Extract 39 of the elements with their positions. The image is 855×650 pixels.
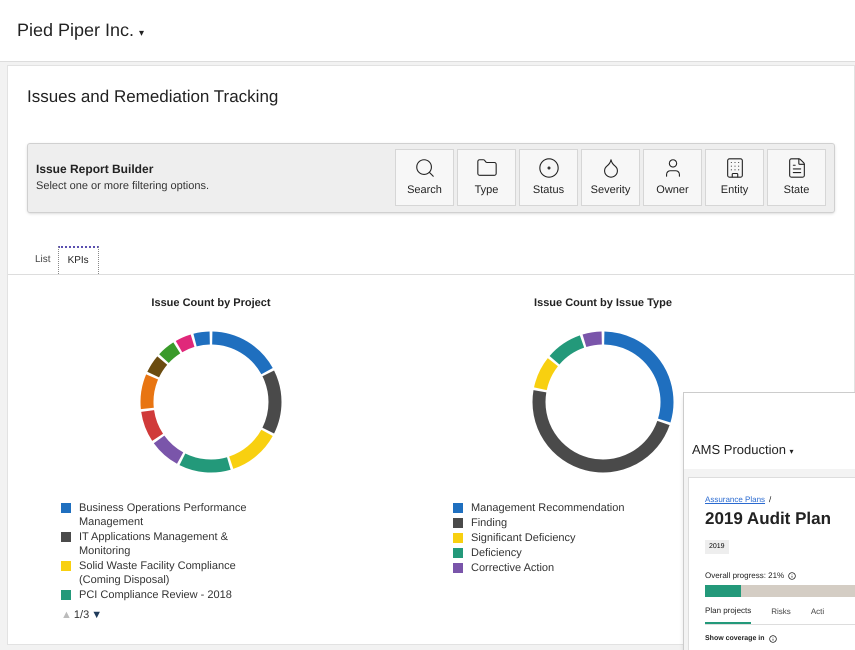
- filter-button[interactable]: Entity: [705, 149, 764, 206]
- page-indicator: 1/3: [74, 608, 90, 623]
- organization-dropdown[interactable]: AMS Production ▾: [692, 440, 794, 459]
- legend-label: Solid Waste Facility Compliance (Coming Disposal): [79, 559, 237, 587]
- tab[interactable]: KPIs: [58, 246, 99, 274]
- breadcrumb-separator: /: [769, 494, 772, 506]
- tab[interactable]: Acti: [810, 604, 824, 624]
- info-icon: [788, 572, 796, 580]
- chart-title: Issue Count by Project: [151, 296, 271, 310]
- filter-button[interactable]: Owner: [643, 149, 702, 206]
- legend-label: Business Operations Performance Management: [79, 501, 248, 529]
- page-down-button[interactable]: ▼: [91, 607, 102, 624]
- filter-button[interactable]: Status: [519, 149, 578, 206]
- legend-label: IT Applications Management & Monitoring: [79, 530, 229, 558]
- search-icon: [414, 156, 436, 179]
- tab[interactable]: Risks: [771, 604, 791, 624]
- builder-subtitle: Select one or more filtering options.: [36, 179, 210, 194]
- filter-button[interactable]: Severity: [581, 149, 640, 206]
- filter-button[interactable]: Search: [395, 149, 454, 206]
- progress-label: Overall progress: 21%: [705, 570, 784, 582]
- filter-button[interactable]: State: [767, 149, 826, 206]
- folder-icon: [476, 156, 498, 179]
- legend-label: Deficiency: [471, 546, 522, 560]
- page-title: Issues and Remediation Tracking: [26, 86, 280, 108]
- tab[interactable]: Plan projects: [705, 604, 752, 624]
- tab[interactable]: List: [28, 246, 58, 274]
- legend-label: Management Recommendation: [471, 501, 624, 515]
- organization-dropdown[interactable]: Pied Piper Inc. ▾: [17, 17, 144, 44]
- breadcrumb-link[interactable]: Assurance Plans: [705, 494, 766, 506]
- legend-label: PCI Compliance Review - 2018: [79, 588, 232, 602]
- legend-label: Corrective Action: [471, 561, 554, 575]
- builder-title: Issue Report Builder: [36, 161, 154, 178]
- legend-label: Significant Deficiency: [471, 531, 576, 545]
- info-icon: [768, 634, 777, 643]
- plan-title: 2019 Audit Plan: [705, 508, 832, 530]
- target-icon: [538, 156, 560, 179]
- filter-button[interactable]: Type: [457, 149, 516, 206]
- legend-label: Finding: [471, 516, 508, 530]
- chart-title: Issue Count by Issue Type: [534, 296, 672, 310]
